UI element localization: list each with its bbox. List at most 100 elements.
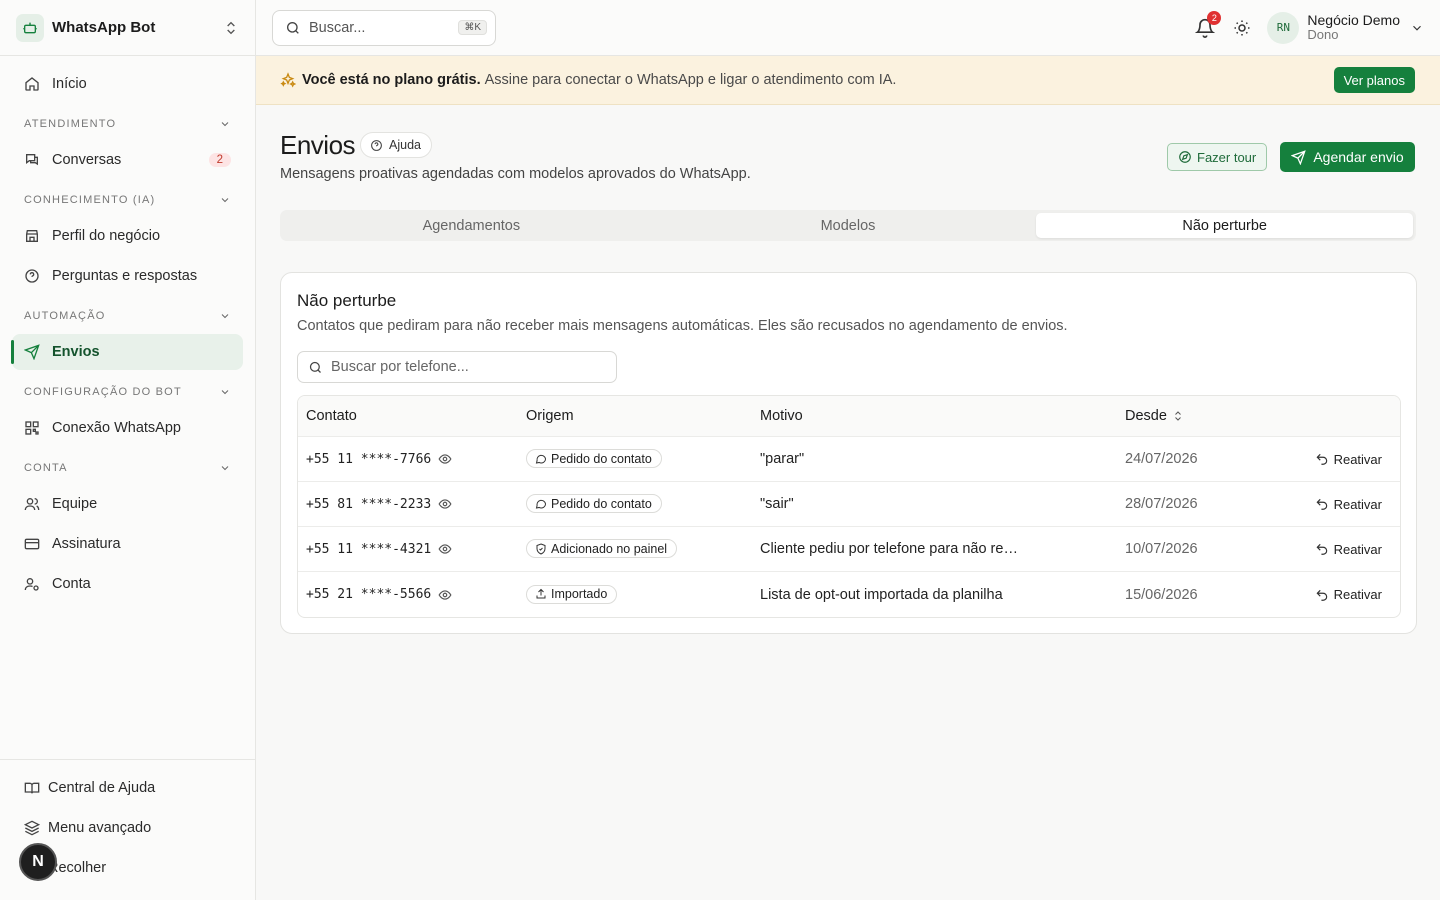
sidebar-item-conta[interactable]: Conta — [12, 566, 243, 602]
user-menu[interactable]: Negócio Demo Dono — [1307, 12, 1400, 43]
actions-cell: Reativar — [1277, 587, 1400, 602]
card-title: Não perturbe — [297, 291, 397, 310]
section-conhecimento[interactable]: CONHECIMENTO (IA) — [12, 182, 243, 218]
notification-count-badge: 2 — [1207, 10, 1222, 25]
section-automacao[interactable]: AUTOMAÇÃO — [12, 298, 243, 334]
section-label: CONTA — [24, 462, 68, 474]
sidebar-item-help-center[interactable]: Central de Ajuda — [12, 770, 243, 806]
origin-label: Pedido do contato — [551, 451, 652, 466]
sidebar-nav: Início ATENDIMENTO Conversas 2 CONHECIME… — [0, 56, 255, 602]
upload-icon — [536, 589, 546, 599]
sidebar-item-assinatura[interactable]: Assinatura — [12, 526, 243, 562]
since-date: 28/07/2026 — [1125, 496, 1198, 512]
origin-tag: Adicionado no painel — [526, 539, 678, 559]
users-icon — [24, 498, 40, 511]
tab-modelos[interactable]: Modelos — [660, 213, 1037, 238]
page-subtitle: Mensagens proativas agendadas com modelo… — [280, 166, 751, 182]
chevron-down-icon — [221, 122, 229, 127]
sort-icon — [1175, 411, 1181, 421]
contact-cell: +55 81 ****-2233 — [298, 497, 518, 512]
view-plans-button[interactable]: Ver planos — [1333, 67, 1415, 93]
origin-label: Adicionado no painel — [551, 541, 668, 556]
reactivate-button[interactable]: Reativar — [1315, 452, 1382, 467]
banner-text: Assine para conectar o WhatsApp e ligar … — [484, 72, 897, 88]
sidebar-item-label: Envios — [52, 344, 100, 360]
page-title: Envios — [280, 130, 356, 160]
avatar[interactable]: RN — [1267, 11, 1300, 44]
sidebar-item-perguntas[interactable]: Perguntas e respostas — [12, 258, 243, 294]
help-label: Ajuda — [389, 138, 421, 152]
sidebar-item-label: Conversas — [52, 152, 122, 168]
eye-icon[interactable] — [438, 588, 452, 602]
chevron-down-icon[interactable] — [1410, 21, 1424, 35]
help-button[interactable]: Ajuda — [360, 132, 432, 158]
workspace-switcher[interactable]: WhatsApp Bot — [0, 0, 255, 56]
sidebar-item-conexao[interactable]: Conexão WhatsApp — [12, 410, 243, 446]
sidebar-item-conversas[interactable]: Conversas 2 — [12, 142, 243, 178]
home-icon — [25, 77, 39, 91]
reactivate-button[interactable]: Reativar — [1315, 587, 1382, 602]
theme-toggle-sun-icon[interactable] — [1233, 19, 1251, 37]
sidebar-item-perfil[interactable]: Perfil do negócio — [12, 218, 243, 254]
eye-icon[interactable] — [438, 542, 452, 556]
opt-out-table: Contato Origem Motivo Desde +55 11 ****-… — [297, 395, 1401, 618]
page-header: Envios Ajuda Mensagens proativas agendad… — [280, 105, 1416, 205]
chevron-down-icon — [221, 466, 229, 471]
credit-card-icon — [24, 538, 40, 550]
section-label: AUTOMAÇÃO — [24, 310, 106, 322]
reactivate-button[interactable]: Reativar — [1315, 542, 1382, 557]
card-description: Contatos que pediram para não receber ma… — [297, 318, 1068, 334]
column-header-origem: Origem — [526, 408, 574, 424]
since-cell: 10/07/2026 — [1117, 541, 1277, 557]
user-cog-icon — [24, 578, 39, 591]
search-icon — [287, 21, 299, 34]
since-cell: 24/07/2026 — [1117, 451, 1277, 467]
tab-agendamentos[interactable]: Agendamentos — [283, 213, 660, 238]
phone-search-input[interactable]: Buscar por telefone... — [297, 351, 617, 383]
contact-phone: +55 81 ****-2233 — [306, 496, 432, 512]
section-configuracao[interactable]: CONFIGURAÇÃO DO BOT — [12, 374, 243, 410]
eye-icon[interactable] — [438, 497, 452, 511]
sidebar-item-inicio[interactable]: Início — [12, 66, 243, 102]
reason-text: Cliente pediu por telefone para não rece… — [760, 541, 1020, 557]
section-conta[interactable]: CONTA — [12, 450, 243, 486]
reactivate-label: Reativar — [1333, 541, 1382, 557]
origin-tag: Pedido do contato — [526, 449, 662, 469]
tab-nao-perturbe[interactable]: Não perturbe — [1036, 213, 1414, 238]
devtools-badge[interactable]: N — [19, 843, 57, 881]
chat-bubble-icon — [535, 454, 547, 464]
schedule-send-button[interactable]: Agendar envio — [1280, 142, 1415, 172]
tour-button[interactable]: Fazer tour — [1167, 143, 1268, 171]
sidebar-item-envios[interactable]: Envios — [11, 334, 243, 370]
undo-icon — [1316, 543, 1327, 555]
origin-cell: Adicionado no painel — [518, 539, 752, 559]
sidebar-item-advanced-menu[interactable]: Menu avançado — [12, 810, 243, 846]
notifications-button[interactable]: 2 — [1195, 10, 1222, 38]
eye-icon[interactable] — [438, 452, 452, 466]
reason-cell: Cliente pediu por telefone para não rece… — [752, 541, 1117, 557]
column-header-desde[interactable]: Desde — [1117, 408, 1277, 424]
topbar: Buscar... ⌘K 2 RN Negócio Demo Dono — [256, 0, 1440, 56]
reactivate-button[interactable]: Reativar — [1315, 497, 1382, 512]
sidebar-item-label: Assinatura — [52, 536, 121, 552]
app: WhatsApp Bot Início ATENDIMENTO Conversa… — [0, 0, 1440, 900]
contact-phone: +55 11 ****-4321 — [306, 541, 432, 557]
user-name: Negócio Demo — [1307, 11, 1400, 28]
main-content: Envios Ajuda Mensagens proativas agendad… — [280, 105, 1417, 634]
chevrons-up-down-icon — [227, 21, 235, 34]
section-label: CONHECIMENTO (IA) — [24, 194, 156, 206]
section-atendimento[interactable]: ATENDIMENTO — [12, 106, 243, 142]
reason-text: Lista de opt-out importada da planilha — [760, 586, 1003, 603]
send-icon — [1291, 149, 1307, 165]
sidebar-item-equipe[interactable]: Equipe — [12, 486, 243, 522]
brand-name: WhatsApp Bot — [52, 19, 156, 36]
since-date: 10/07/2026 — [1125, 541, 1198, 557]
column-header-motivo: Motivo — [760, 408, 803, 424]
sidebar-item-label: Conta — [52, 576, 91, 592]
global-search-input[interactable]: Buscar... ⌘K — [272, 9, 496, 46]
unread-badge: 2 — [208, 153, 231, 167]
since-cell: 15/06/2026 — [1117, 587, 1277, 603]
sparkles-icon — [280, 72, 296, 88]
chat-icon — [26, 154, 38, 166]
origin-tag: Pedido do contato — [526, 494, 662, 514]
